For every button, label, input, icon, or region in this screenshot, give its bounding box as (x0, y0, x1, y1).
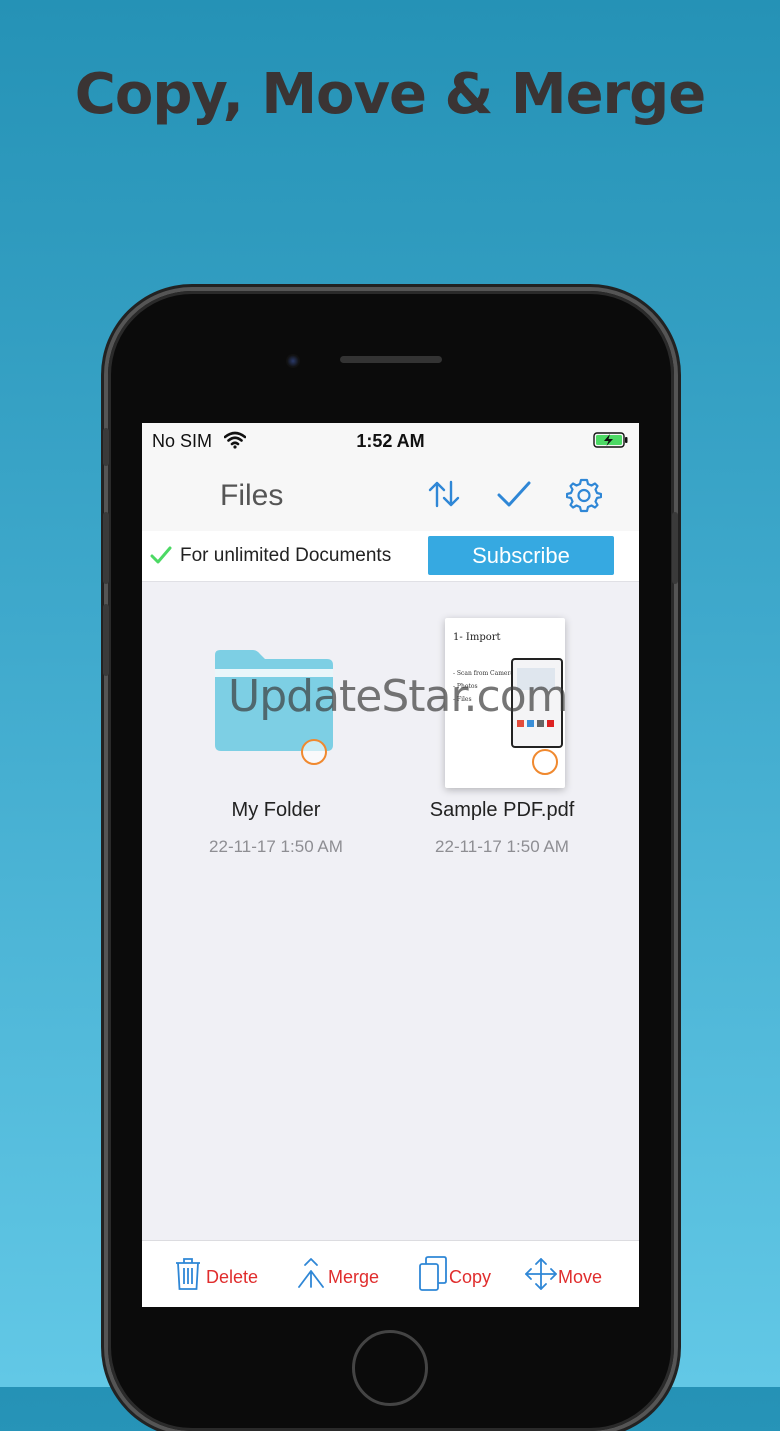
pdf-preview-heading: 1- Import (453, 632, 501, 643)
green-check-icon (150, 546, 172, 564)
mute-switch (103, 428, 109, 466)
headline: Copy, Move & Merge (74, 62, 706, 127)
select-checkmark-icon[interactable] (496, 477, 532, 511)
trash-icon (176, 1258, 200, 1290)
navigation-bar: Files (142, 457, 639, 531)
app-screen: No SIM 1:52 AM Files For unlimited Docum… (142, 423, 639, 1307)
selection-circle[interactable] (532, 749, 558, 775)
gear-icon[interactable] (566, 477, 602, 513)
status-bar: No SIM 1:52 AM (142, 423, 639, 457)
page-title: Files (220, 479, 284, 512)
bottom-toolbar: Delete Merge Copy Move (142, 1240, 639, 1307)
subscribe-banner: For unlimited Documents Subscribe (142, 531, 639, 582)
merge-label: Merge (328, 1267, 380, 1287)
watermark-text: UpdateStar.com (228, 671, 569, 722)
banner-text: For unlimited Documents (180, 545, 392, 566)
item-name: My Folder (231, 799, 321, 821)
delete-label: Delete (206, 1267, 259, 1287)
volume-down-button (103, 604, 109, 676)
clock: 1:52 AM (356, 431, 425, 451)
copy-label: Copy (449, 1267, 492, 1287)
power-button (672, 512, 678, 584)
item-name: Sample PDF.pdf (429, 799, 575, 821)
item-date: 22-11-17 1:50 AM (435, 837, 569, 856)
earpiece-speaker (340, 356, 442, 363)
front-camera (286, 354, 300, 368)
home-button[interactable] (352, 1330, 428, 1406)
copy-icon (419, 1256, 447, 1291)
merge-icon (298, 1258, 324, 1288)
move-label: Move (558, 1267, 603, 1287)
sort-icon[interactable] (427, 477, 461, 511)
subscribe-button[interactable]: Subscribe (428, 536, 614, 575)
item-date: 22-11-17 1:50 AM (209, 837, 343, 856)
battery-charging-icon (593, 432, 628, 448)
selection-circle[interactable] (301, 739, 327, 765)
move-arrows-icon (525, 1258, 557, 1290)
volume-up-button (103, 512, 109, 584)
